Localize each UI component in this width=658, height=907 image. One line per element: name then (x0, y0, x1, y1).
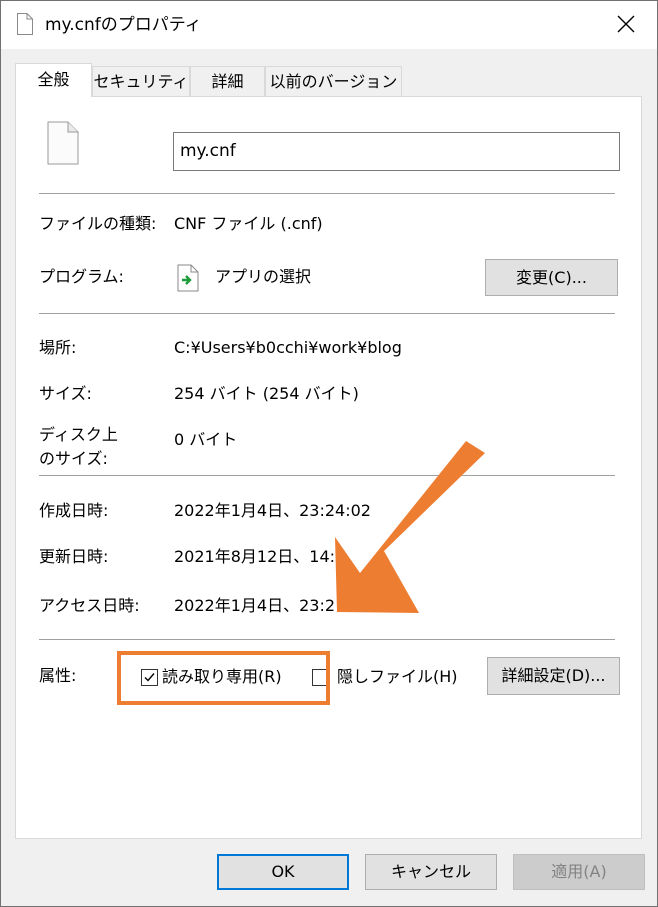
created-label: 作成日時: (39, 501, 109, 520)
location-value: C:¥Users¥b0cchi¥work¥blog (174, 338, 402, 357)
file-type-value: CNF ファイル (.cnf) (174, 214, 323, 233)
size-value: 254 バイト (254 バイト) (174, 384, 359, 403)
file-name-input[interactable]: my.cnf (173, 132, 620, 171)
modified-label: 更新日時: (39, 547, 109, 566)
program-value: アプリの選択 (215, 267, 312, 286)
accessed-label: アクセス日時: (39, 596, 140, 615)
tab-previous-versions[interactable]: 以前のバージョン (265, 66, 402, 96)
divider (39, 313, 615, 314)
file-type-label: ファイルの種類: (39, 214, 157, 233)
ok-button[interactable]: OK (217, 854, 349, 890)
tab-details[interactable]: 詳細 (190, 66, 265, 96)
properties-dialog: my.cnfのプロパティ 全般 セキュリティ 詳細 以前のバージョン my.cn… (0, 0, 658, 907)
attributes-label: 属性: (39, 666, 77, 685)
file-icon (17, 13, 33, 35)
window-title: my.cnfのプロパティ (45, 15, 202, 35)
readonly-highlight-box (117, 651, 330, 705)
advanced-settings-button[interactable]: 詳細設定(D)... (487, 657, 620, 695)
location-label: 場所: (39, 338, 77, 357)
divider (39, 193, 615, 194)
disk-size-label-line2: のサイズ: (39, 449, 108, 468)
tab-security[interactable]: セキュリティ (92, 66, 190, 96)
change-program-button[interactable]: 変更(C)... (485, 259, 618, 296)
apply-button[interactable]: 適用(A) (513, 854, 645, 890)
tab-general[interactable]: 全般 (15, 63, 92, 97)
program-label: プログラム: (39, 267, 124, 286)
annotation-arrow-icon (335, 441, 485, 613)
file-type-icon (47, 121, 79, 169)
close-button[interactable] (595, 1, 657, 49)
close-icon (617, 15, 635, 33)
app-select-icon (177, 264, 199, 296)
disk-size-label-line1: ディスク上 (39, 425, 118, 444)
disk-size-value: 0 バイト (174, 430, 238, 449)
hidden-label[interactable]: 隠しファイル(H) (337, 666, 458, 688)
size-label: サイズ: (39, 384, 92, 403)
title-bar: my.cnfのプロパティ (1, 1, 657, 49)
divider (39, 639, 615, 640)
cancel-button[interactable]: キャンセル (365, 854, 497, 890)
